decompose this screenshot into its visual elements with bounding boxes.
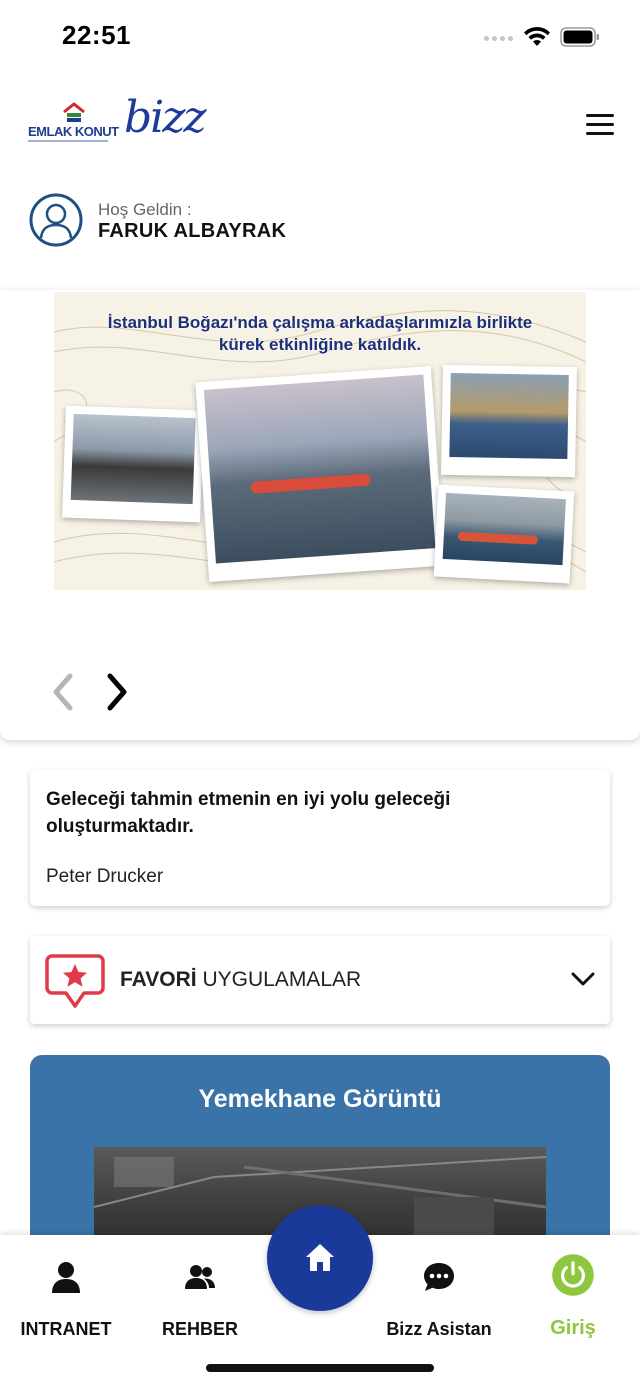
status-time: 22:51 bbox=[62, 20, 131, 50]
bizz-logo: bizz bbox=[124, 92, 207, 143]
favorite-apps-label: FAVORİ UYGULAMALAR bbox=[120, 968, 362, 991]
tab-intranet[interactable]: INTRANET bbox=[6, 1235, 126, 1355]
home-button[interactable] bbox=[267, 1205, 373, 1311]
status-bar: 22:51 bbox=[0, 0, 640, 72]
banner-image[interactable]: İstanbul Boğazı'nda çalışma arkadaşlarım… bbox=[54, 292, 586, 590]
star-badge-icon bbox=[45, 954, 105, 1008]
news-banner-card: İstanbul Boğazı'nda çalışma arkadaşlarım… bbox=[0, 290, 640, 740]
tab-bizz-asistan[interactable]: Bizz Asistan bbox=[374, 1235, 504, 1355]
app-header: EMLAK KONUT bizz bbox=[0, 90, 640, 170]
chat-icon bbox=[424, 1263, 454, 1291]
dining-title: Yemekhane Görüntü bbox=[198, 1085, 442, 1113]
tab-rehber[interactable]: REHBER bbox=[140, 1235, 260, 1355]
tab-giris[interactable]: Giriş bbox=[520, 1235, 626, 1355]
welcome-section: Hoş Geldin : FARUK ALBAYRAK bbox=[28, 192, 588, 252]
wifi-icon bbox=[524, 26, 550, 46]
power-icon bbox=[552, 1254, 594, 1296]
people-icon bbox=[185, 1265, 215, 1289]
battery-icon bbox=[560, 27, 599, 47]
home-indicator bbox=[206, 1364, 434, 1372]
signal-icon bbox=[484, 36, 513, 41]
favorite-apps-dropdown[interactable]: FAVORİ UYGULAMALAR bbox=[30, 936, 610, 1024]
quote-text: Geleceği tahmin etmenin en iyi yolu gele… bbox=[46, 789, 451, 837]
chevron-down-icon[interactable] bbox=[570, 970, 596, 988]
banner-photo bbox=[441, 364, 577, 478]
quote-author: Peter Drucker bbox=[46, 866, 164, 887]
banner-photo bbox=[433, 484, 575, 584]
avatar-icon[interactable] bbox=[28, 192, 84, 248]
home-icon bbox=[306, 1244, 334, 1271]
person-icon bbox=[52, 1262, 80, 1293]
banner-title: İstanbul Boğazı'nda çalışma arkadaşlarım… bbox=[107, 313, 533, 354]
welcome-greeting: Hoş Geldin : bbox=[98, 200, 192, 219]
hamburger-menu-icon[interactable] bbox=[586, 114, 616, 138]
chevron-right-icon[interactable] bbox=[100, 670, 132, 714]
banner-photo bbox=[62, 405, 204, 523]
quote-card: Geleceği tahmin etmenin en iyi yolu gele… bbox=[30, 770, 610, 906]
user-name: FARUK ALBAYRAK bbox=[98, 220, 287, 242]
app-screen: 22:51 EMLAK KONUT bizz Hoş Geldin: FARU… bbox=[0, 0, 640, 1385]
banner-photo bbox=[195, 366, 445, 582]
emlak-konut-logo: EMLAK KONUT bbox=[28, 102, 120, 152]
chevron-left-icon[interactable] bbox=[48, 670, 80, 714]
